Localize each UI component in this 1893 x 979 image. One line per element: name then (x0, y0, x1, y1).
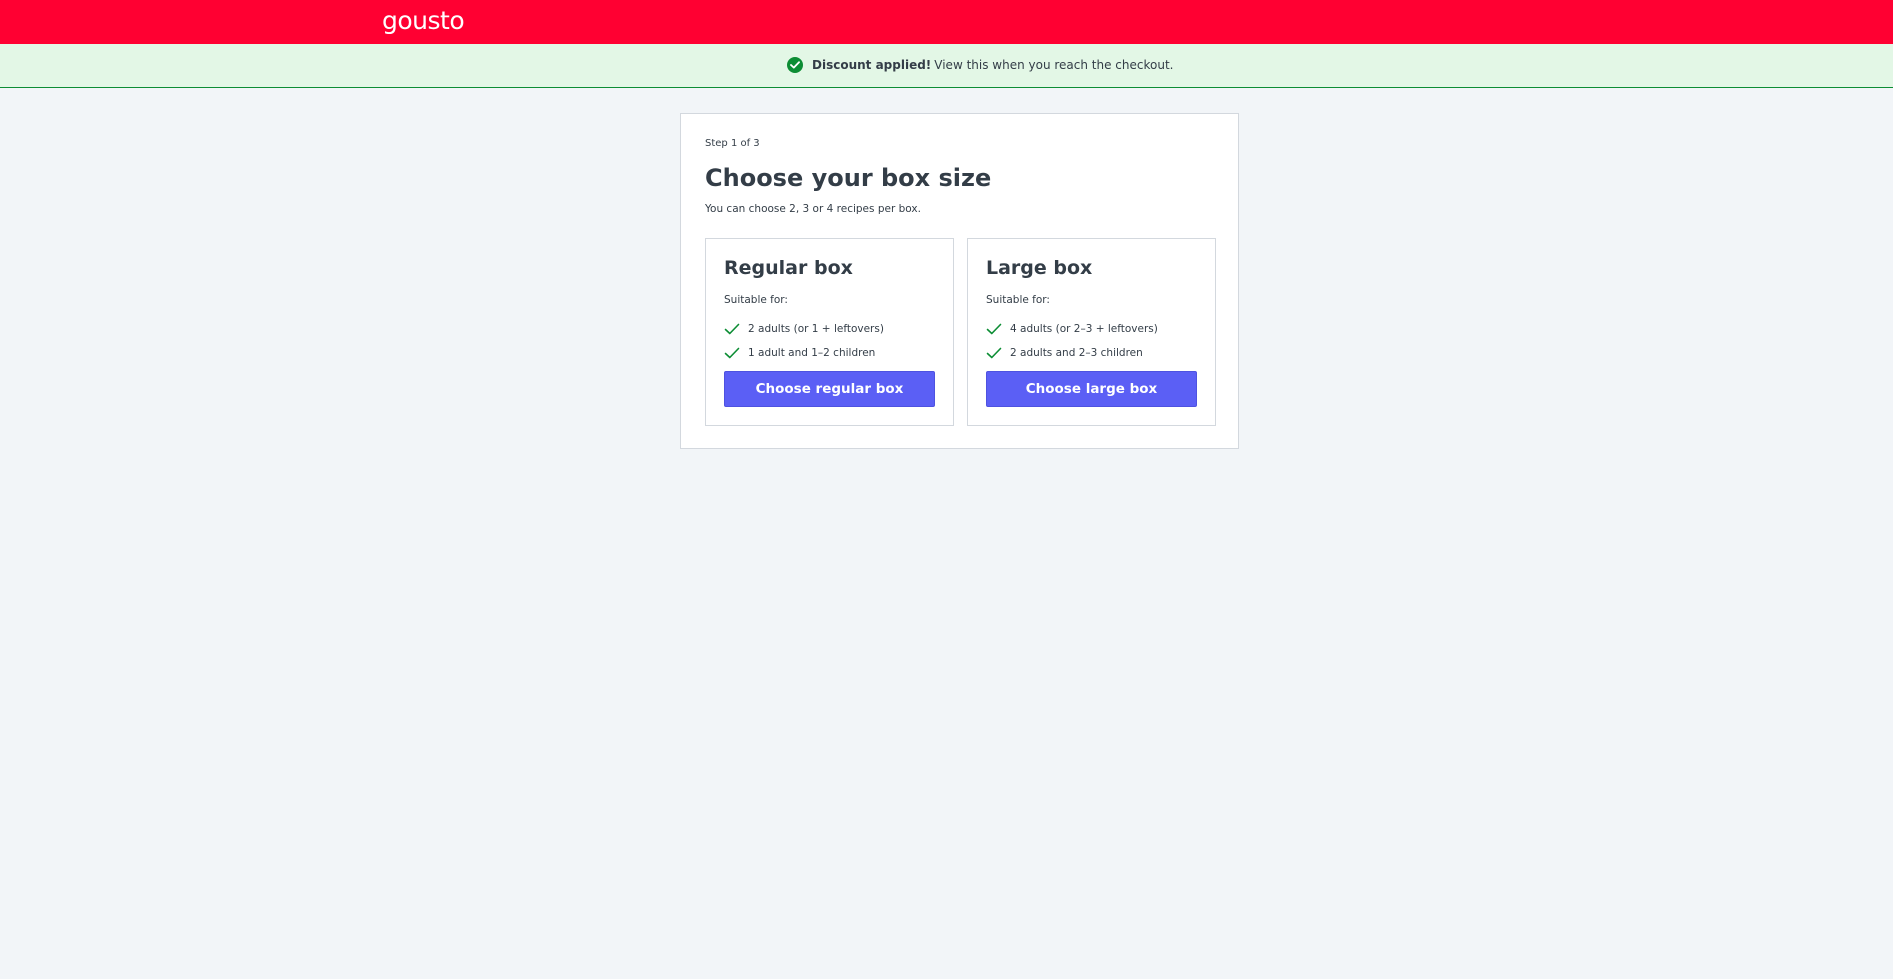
list-item: 2 adults and 2–3 children (986, 341, 1158, 365)
suitable-for-label: Suitable for: (986, 294, 1050, 306)
suitable-for-label: Suitable for: (724, 294, 788, 306)
top-header: gousto (0, 0, 1893, 44)
page-title: Choose your box size (705, 164, 992, 192)
step-indicator: Step 1 of 3 (705, 138, 760, 149)
checkmark-icon (724, 346, 740, 360)
feature-text: 2 adults and 2–3 children (1010, 347, 1143, 359)
box-size-card: Step 1 of 3 Choose your box size You can… (680, 113, 1239, 449)
feature-text: 4 adults (or 2–3 + leftovers) (1010, 323, 1158, 335)
choose-large-box-button[interactable]: Choose large box (986, 371, 1197, 407)
choose-regular-box-button[interactable]: Choose regular box (724, 371, 935, 407)
check-circle-icon (787, 57, 803, 73)
checkmark-icon (724, 322, 740, 336)
regular-box-option: Regular box Suitable for: 2 adults (or 1… (705, 238, 954, 426)
list-item: 2 adults (or 1 + leftovers) (724, 317, 884, 341)
large-box-option: Large box Suitable for: 4 adults (or 2–3… (967, 238, 1216, 426)
checkmark-icon (986, 322, 1002, 336)
banner-text: View this when you reach the checkout. (934, 58, 1174, 72)
regular-box-features: 2 adults (or 1 + leftovers) 1 adult and … (724, 317, 884, 365)
discount-banner: Discount applied! View this when you rea… (0, 44, 1893, 88)
large-box-features: 4 adults (or 2–3 + leftovers) 2 adults a… (986, 317, 1158, 365)
feature-text: 1 adult and 1–2 children (748, 347, 876, 359)
gousto-logo[interactable]: gousto (382, 7, 465, 35)
list-item: 4 adults (or 2–3 + leftovers) (986, 317, 1158, 341)
checkmark-icon (986, 346, 1002, 360)
large-box-title: Large box (986, 257, 1093, 279)
feature-text: 2 adults (or 1 + leftovers) (748, 323, 884, 335)
list-item: 1 adult and 1–2 children (724, 341, 884, 365)
page-subtitle: You can choose 2, 3 or 4 recipes per box… (705, 203, 921, 215)
banner-strong-text: Discount applied! (812, 58, 932, 72)
banner-message: Discount applied! View this when you rea… (787, 56, 1173, 74)
regular-box-title: Regular box (724, 257, 853, 279)
